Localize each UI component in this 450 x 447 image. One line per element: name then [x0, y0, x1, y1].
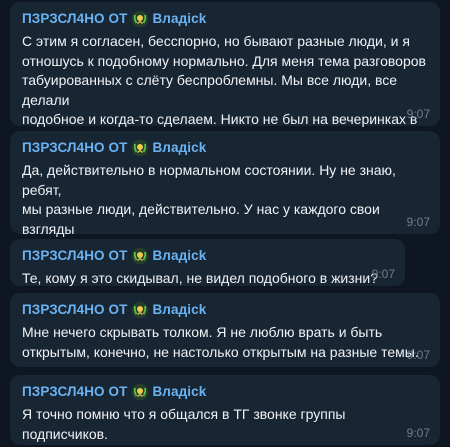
- message-header: ПЗРЗСЛ4НО ОТ Bладick: [22, 247, 393, 264]
- sender-name[interactable]: Bладick: [152, 248, 206, 263]
- sender-prefix[interactable]: ПЗРЗСЛ4НО ОТ: [22, 384, 127, 399]
- sender-name[interactable]: Bладick: [152, 140, 206, 155]
- message-time: 9:07: [406, 348, 430, 362]
- message-bubble[interactable]: ПЗРЗСЛ4НО ОТ Bладick Те, кому я это скид…: [10, 239, 405, 286]
- message-bubble[interactable]: ПЗРЗСЛ4НО ОТ Bладick Мне нечего скрывать…: [10, 293, 440, 367]
- message-header: ПЗРЗСЛ4НО ОТ Bладick: [22, 10, 428, 27]
- message-bubble[interactable]: ПЗРЗСЛ4НО ОТ Bладick Я точно помню что я…: [10, 375, 440, 447]
- laurel-wreath-emblem-icon: [131, 10, 149, 28]
- message-text: Мне нечего скрывать толком. Я не люблю в…: [22, 324, 419, 360]
- message-header: ПЗРЗСЛ4НО ОТ Bладick: [22, 383, 428, 400]
- message-text: Я точно помню что я общался в ТГ звонке …: [22, 406, 346, 447]
- sender-prefix[interactable]: ПЗРЗСЛ4НО ОТ: [22, 248, 127, 263]
- sender-prefix[interactable]: ПЗРЗСЛ4НО ОТ: [22, 11, 127, 26]
- sender-prefix[interactable]: ПЗРЗСЛ4НО ОТ: [22, 140, 127, 155]
- sender-name[interactable]: Bладick: [152, 384, 206, 399]
- message-text: Те, кому я это скидывал, не видел подобн…: [22, 270, 379, 286]
- laurel-wreath-emblem-icon: [131, 139, 149, 157]
- message-header: ПЗРЗСЛ4НО ОТ Bладick: [22, 301, 428, 318]
- message-bubble[interactable]: ПЗРЗСЛ4НО ОТ Bладick С этим я согласен, …: [10, 2, 440, 147]
- sender-name[interactable]: Bладick: [152, 302, 206, 317]
- message-time: 9:07: [371, 267, 395, 281]
- chat-message-list[interactable]: ПЗРЗСЛ4НО ОТ Bладick С этим я согласен, …: [0, 0, 450, 447]
- message-time: 9:07: [406, 426, 430, 440]
- sender-name[interactable]: Bладick: [152, 11, 206, 26]
- message-bubble[interactable]: ПЗРЗСЛ4НО ОТ Bладick Да, действительно в…: [10, 131, 440, 276]
- laurel-wreath-emblem-icon: [131, 383, 149, 401]
- message-time: 9:07: [406, 107, 430, 121]
- message-time: 9:07: [406, 215, 430, 229]
- message-header: ПЗРЗСЛ4НО ОТ Bладick: [22, 139, 428, 156]
- laurel-wreath-emblem-icon: [131, 247, 149, 265]
- laurel-wreath-emblem-icon: [131, 301, 149, 319]
- sender-prefix[interactable]: ПЗРЗСЛ4НО ОТ: [22, 302, 127, 317]
